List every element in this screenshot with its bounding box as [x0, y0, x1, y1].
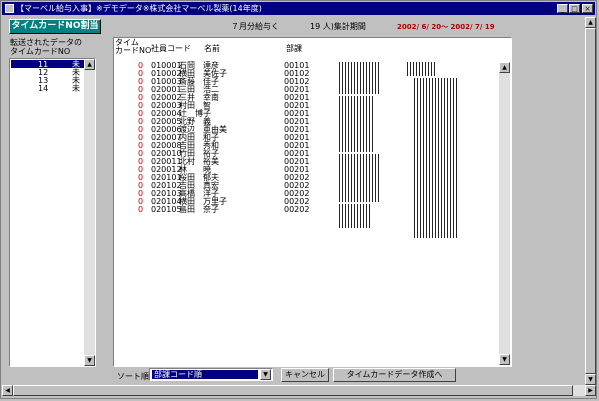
close-button[interactable]: × — [582, 4, 593, 13]
scroll-left-icon[interactable]: ◀ — [2, 385, 13, 396]
dept-name-column-1d — [339, 204, 371, 228]
title-bar: 【マーベル給与入事】※デモデータ※株式会社マーベル製薬(14年度) _ □ × — [2, 2, 595, 15]
list-item-no: 14 — [38, 84, 49, 93]
scroll-up-icon[interactable]: ▲ — [499, 62, 510, 73]
scroll-up-icon[interactable]: ▲ — [585, 17, 596, 28]
scroll-down-icon[interactable]: ▼ — [84, 355, 95, 366]
col-header-dept: 部課 — [286, 44, 302, 53]
sort-label: ソート順 — [117, 372, 149, 381]
col-header-code: 社員コード — [151, 44, 191, 53]
col-header-name: 名前 — [204, 44, 220, 53]
minimize-button[interactable]: _ — [557, 4, 568, 13]
app-icon — [5, 4, 14, 13]
month-label: ７月分給与く — [231, 22, 279, 31]
maximize-button[interactable]: □ — [569, 4, 580, 13]
scroll-up-icon[interactable]: ▲ — [84, 59, 95, 70]
period-text: 2002/ 6/ 20～ 2002/ 7/ 19 — [397, 23, 495, 31]
table-scrollbar[interactable]: ▲ ▼ — [499, 62, 510, 365]
left-heading-line2: タイムカードNO — [10, 47, 71, 56]
employee-code-cell: 020105 — [151, 205, 182, 214]
table-row[interactable]: 0 020105 島田 奈子 00202 — [114, 206, 334, 214]
dept-name-column-1 — [339, 62, 379, 94]
dept-code-cell: 00202 — [284, 205, 310, 214]
create-timecard-data-button[interactable]: タイムカードデータ作成へ — [333, 368, 456, 382]
col-header-timecard: タイム カードNO — [115, 39, 151, 55]
scroll-right-icon[interactable]: ▶ — [585, 385, 596, 396]
scroll-down-icon[interactable]: ▼ — [499, 354, 510, 365]
cancel-button[interactable]: キャンセル — [281, 368, 329, 382]
timecard-list[interactable]: 11 未 12 未 13 未 14 未 ▲ ▼ — [9, 58, 96, 367]
list-scrollbar[interactable]: ▲ ▼ — [84, 59, 95, 366]
assign-timecard-button[interactable]: タイムカードNO割当 — [9, 19, 101, 34]
employee-table: タイム カードNO 社員コード 名前 部課 0 010001 石岡 達彦 00101 0… — [113, 37, 512, 367]
list-item[interactable]: 14 未 — [10, 85, 84, 93]
dept-name-column-2a — [407, 62, 435, 76]
horizontal-scroll-thumb[interactable] — [13, 385, 573, 396]
window-title: 【マーベル給与入事】※デモデータ※株式会社マーベル製薬(14年度) — [16, 4, 262, 13]
timecard-header-line2: カードNO — [115, 46, 152, 55]
count-label: 19 人)集計期間 — [310, 22, 366, 31]
timecard-no-cell: 0 — [138, 205, 144, 214]
chevron-down-icon[interactable]: ▼ — [260, 369, 271, 380]
sort-order-select[interactable]: 部課コード順 ▼ — [149, 368, 273, 381]
vertical-scroll-thumb[interactable] — [585, 28, 596, 374]
employee-name-cell: 島田 奈子 — [179, 205, 219, 214]
dept-name-column-1c — [339, 154, 379, 202]
dept-name-column-2 — [414, 78, 459, 238]
dept-name-column-1b — [339, 96, 373, 152]
sort-order-value: 部課コード順 — [152, 370, 258, 379]
left-panel-heading: 転送されたデータの タイムカードNO — [10, 38, 82, 56]
list-item-status: 未 — [72, 84, 80, 93]
scroll-down-icon[interactable]: ▼ — [585, 374, 596, 385]
window-vertical-scrollbar[interactable]: ▲ ▼ — [585, 17, 596, 385]
window-horizontal-scrollbar[interactable]: ◀ ▶ — [2, 385, 596, 396]
left-heading-line1: 転送されたデータの — [10, 38, 82, 47]
